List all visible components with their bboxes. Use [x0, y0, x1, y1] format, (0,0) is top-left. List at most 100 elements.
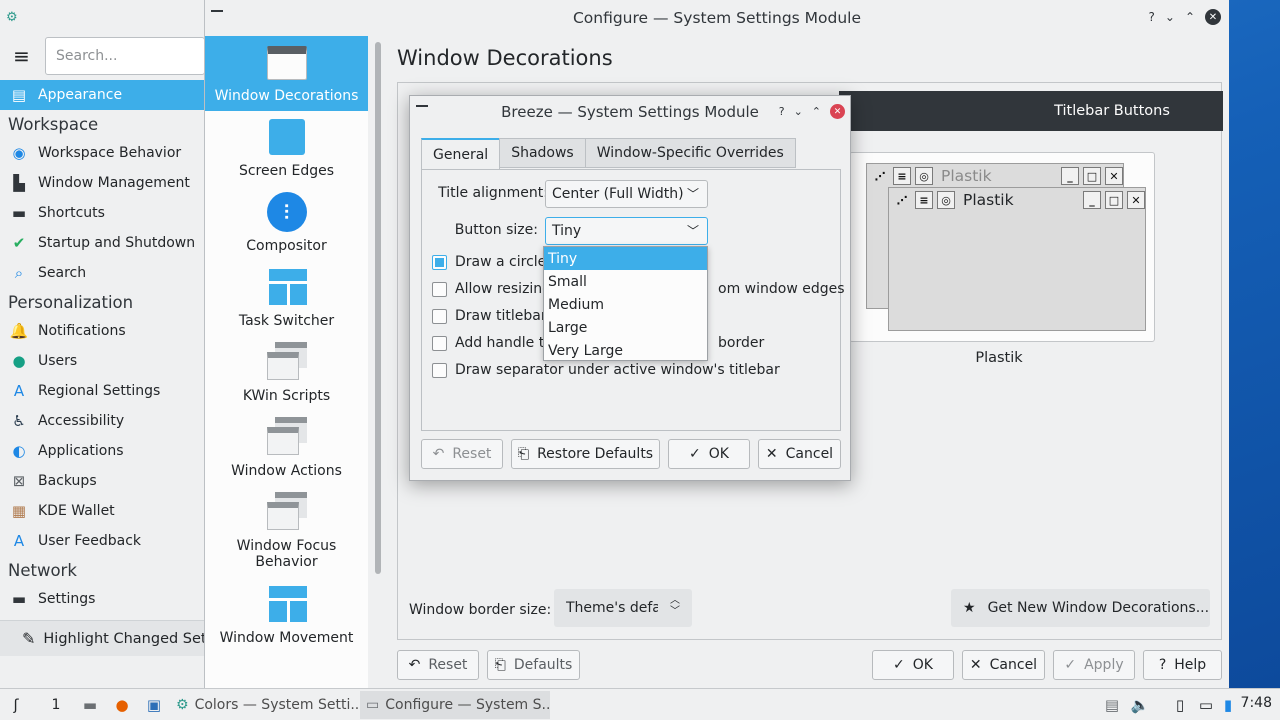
task-configure[interactable]: ▭ Configure — System S...	[360, 690, 550, 719]
ok-label: OK	[912, 657, 933, 673]
check-icon: ✓	[1064, 657, 1077, 673]
sidebar-item-applications[interactable]: ◐ Applications	[0, 436, 205, 466]
decoration-preview-card[interactable]: ⋰ ≡ ◎ Plastik _ □ ✕ ⋰ ≡ ◎ Plastik _ □ ✕	[849, 152, 1155, 342]
tab-window-specific-overrides[interactable]: Window-Specific Overrides	[584, 138, 796, 168]
allow-resizing-label-tail: om window edges	[718, 281, 845, 297]
configure-icon: ▭	[366, 696, 380, 713]
add-handle-label-tail: border	[718, 335, 764, 351]
kcm-item-window-decorations[interactable]: Window Decorations	[205, 36, 368, 111]
sidebar-item-backups[interactable]: ⊠ Backups	[0, 466, 205, 496]
allow-resizing-checkbox[interactable]: Allow resizing	[432, 281, 551, 297]
task-colors[interactable]: ⚙ Colors — System Setti...	[170, 691, 360, 719]
sidebar-item-startup-and-shutdown[interactable]: ✔ Startup and Shutdown	[0, 228, 205, 258]
apply-button[interactable]: ✓ Apply	[1053, 650, 1135, 680]
sidebar-item-user-feedback[interactable]: A User Feedback	[0, 526, 205, 556]
kcm-item-compositor[interactable]: ⫶ Compositor	[205, 186, 368, 261]
add-handle-checkbox[interactable]: Add handle to	[432, 335, 553, 351]
breeze-ok-button[interactable]: ✓ OK	[668, 439, 750, 469]
defaults-button[interactable]: ⎗ Defaults	[487, 650, 580, 680]
maximize-icon[interactable]: ⌃	[812, 105, 821, 118]
reset-button[interactable]: ↶ Reset	[397, 650, 479, 680]
regional-settings-icon: A	[13, 382, 25, 400]
highlight-changed-settings-button[interactable]: ✎ Highlight Changed Settings	[0, 620, 205, 656]
close-icon[interactable]: ✕	[1205, 9, 1221, 25]
checkbox-box[interactable]	[432, 308, 447, 324]
shortcuts-icon: ▬	[11, 204, 27, 222]
maximize-icon[interactable]: ⌃	[1185, 10, 1195, 24]
dropdown-option-medium[interactable]: Medium	[544, 293, 707, 316]
help-icon[interactable]: ?	[1149, 10, 1155, 24]
get-new-decorations-button[interactable]: ★ Get New Window Decorations...	[951, 589, 1210, 627]
search-input[interactable]	[45, 37, 205, 75]
clock[interactable]: 7:48	[1241, 695, 1272, 711]
breeze-cancel-button[interactable]: ✕ Cancel	[758, 439, 841, 469]
minimize-icon: _	[1061, 167, 1079, 185]
clipboard-icon[interactable]: ▯	[1170, 695, 1190, 715]
button-size-select[interactable]: Tiny ﹀	[545, 217, 708, 245]
close-icon[interactable]: ✕	[830, 104, 845, 119]
sidebar-item-appearance[interactable]: ▤ Appearance	[0, 80, 205, 110]
dropdown-option-tiny[interactable]: Tiny	[544, 247, 707, 270]
dropdown-option-large[interactable]: Large	[544, 316, 707, 339]
sidebar-item-window-management[interactable]: ▙ Window Management	[0, 168, 205, 198]
window-menu-icon[interactable]	[211, 10, 223, 18]
border-size-select[interactable]: Theme's default ︿﹀	[554, 589, 692, 627]
kcm-item-window-movement[interactable]: Window Movement	[205, 578, 368, 653]
cancel-button[interactable]: ✕ Cancel	[962, 650, 1045, 680]
apply-label: Apply	[1084, 657, 1124, 673]
restore-defaults-button[interactable]: ⎗ Restore Defaults	[511, 439, 660, 469]
system-settings-titlebar[interactable]: ⚙	[0, 0, 205, 34]
sidebar-item-shortcuts[interactable]: ▬ Shortcuts	[0, 198, 205, 228]
sidebar-item-users[interactable]: ● Users	[0, 346, 205, 376]
kcm-item-screen-edges[interactable]: Screen Edges	[205, 111, 368, 186]
sidebar-item-settings[interactable]: ▬ Settings	[0, 584, 205, 614]
minimize-icon[interactable]: ⌄	[794, 105, 803, 118]
sidebar-item-regional-settings[interactable]: A Regional Settings	[0, 376, 205, 406]
checkbox-box[interactable]	[432, 362, 447, 378]
button-size-label: Button size:	[454, 222, 538, 238]
terminal-icon[interactable]: ▣	[144, 695, 164, 715]
breeze-titlebar[interactable]: Breeze — System Settings Module ? ⌄ ⌃ ✕	[410, 96, 850, 128]
tab-shadows[interactable]: Shadows	[499, 138, 586, 168]
draw-separator-checkbox[interactable]: Draw separator under active window's tit…	[432, 362, 780, 378]
kcm-list-scrollbar[interactable]	[375, 42, 381, 574]
draw-titlebar-checkbox[interactable]: Draw titlebar	[432, 308, 547, 324]
minimize-icon[interactable]: ⌄	[1165, 10, 1175, 24]
checkbox-box[interactable]	[432, 254, 447, 270]
breeze-reset-button[interactable]: ↶ Reset	[421, 439, 503, 469]
help-button[interactable]: ? Help	[1143, 650, 1222, 680]
ok-button[interactable]: ✓ OK	[872, 650, 954, 680]
checkbox-box[interactable]	[432, 281, 447, 297]
updates-icon[interactable]: ▤	[1102, 695, 1122, 715]
volume-icon[interactable]: 🔈	[1130, 695, 1150, 715]
file-manager-icon[interactable]: ▬	[80, 695, 100, 715]
hamburger-menu-icon[interactable]: ≡	[6, 39, 37, 73]
sidebar-item-notifications[interactable]: 🔔 Notifications	[0, 316, 205, 346]
firefox-icon[interactable]: ●	[112, 695, 132, 715]
checkbox-box[interactable]	[432, 335, 447, 351]
kcm-item-window-actions[interactable]: Window Actions	[205, 411, 368, 486]
help-icon[interactable]: ?	[779, 105, 785, 118]
tab-titlebar-buttons[interactable]: Titlebar Buttons	[1001, 91, 1223, 131]
configure-titlebar[interactable]: Configure — System Settings Module ? ⌄ ⌃…	[205, 0, 1229, 36]
preview-front-titlebar: ⋰ ≡ ◎ Plastik _ □ ✕	[889, 188, 1145, 212]
tab-general[interactable]: General	[421, 138, 501, 170]
sidebar-item-search[interactable]: ⌕ Search	[0, 258, 205, 288]
sidebar-item-accessibility[interactable]: ♿ Accessibility	[0, 406, 205, 436]
notification-icon[interactable]: ▮	[1218, 695, 1238, 715]
sidebar-item-workspace-behavior[interactable]: ◉ Workspace Behavior	[0, 138, 205, 168]
window-menu-icon[interactable]	[416, 105, 428, 113]
kcm-item-window-focus-behavior[interactable]: Window Focus Behavior	[205, 486, 368, 578]
theme-tab[interactable]	[839, 91, 1001, 131]
menu-icon: ≡	[893, 167, 911, 185]
draw-circle-checkbox[interactable]: Draw a circle	[432, 254, 546, 270]
launcher-icon[interactable]: ʃ	[6, 695, 26, 715]
dropdown-option-very-large[interactable]: Very Large	[544, 339, 707, 362]
window-list-icon[interactable]: ▭	[1196, 695, 1216, 715]
desktop-pager[interactable]: 1	[46, 697, 66, 713]
sidebar-item-kde-wallet[interactable]: ▦ KDE Wallet	[0, 496, 205, 526]
dropdown-option-small[interactable]: Small	[544, 270, 707, 293]
title-alignment-select[interactable]: Center (Full Width) ﹀	[545, 180, 708, 208]
kcm-item-task-switcher[interactable]: Task Switcher	[205, 261, 368, 336]
kcm-item-kwin-scripts[interactable]: KWin Scripts	[205, 336, 368, 411]
